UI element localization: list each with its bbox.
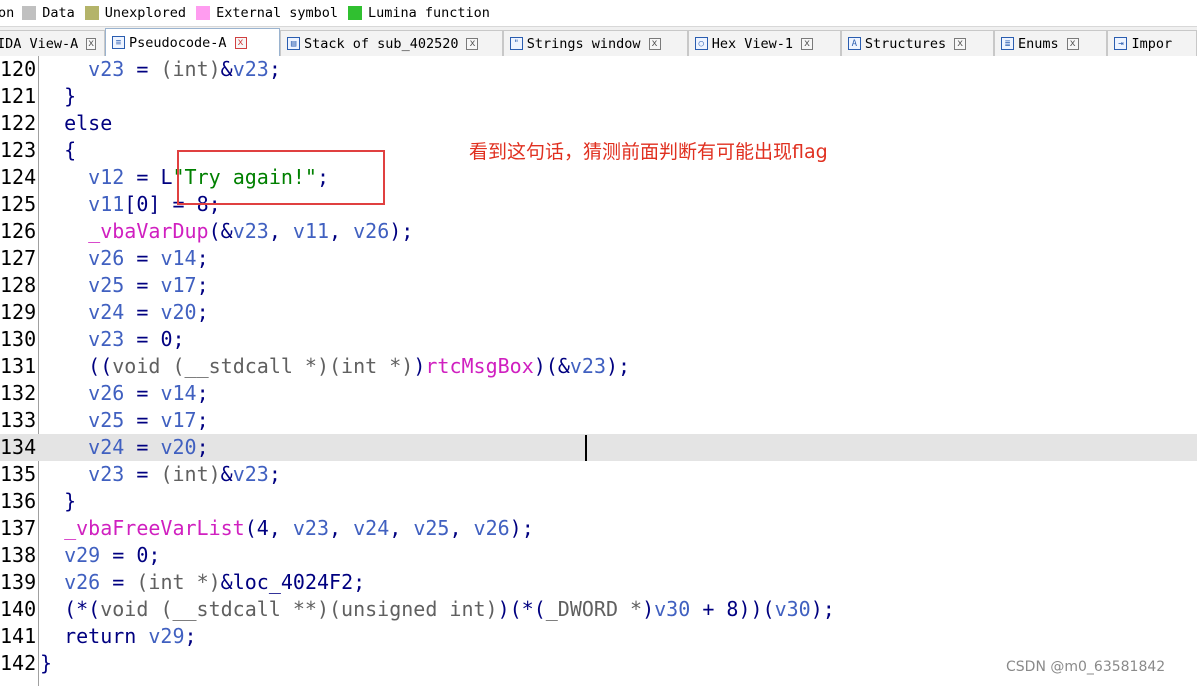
code-line-129[interactable]: 129 v24 = v20;	[0, 299, 1197, 326]
code-line-141[interactable]: 141 return v29;	[0, 623, 1197, 650]
view-tab-bar: IDA View-A x ≡ Pseudocode-A x ▤ Stack of…	[0, 27, 1197, 58]
close-icon[interactable]: x	[1066, 37, 1079, 50]
legend-item-lumina-function: Lumina function	[347, 5, 490, 21]
code-line-135[interactable]: 135 v23 = (int)&v23;	[0, 461, 1197, 488]
tab-label: Stack of sub_402520	[304, 35, 459, 52]
tab-label: Impor	[1131, 35, 1173, 52]
code-line-127[interactable]: 127 v26 = v14;	[0, 245, 1197, 272]
line-number: 127	[0, 246, 37, 270]
line-number: 124	[0, 165, 37, 189]
line-number: 120	[0, 57, 37, 81]
text-cursor	[585, 435, 587, 461]
legend-item-external-symbol: External symbol	[196, 5, 338, 21]
code-line-120[interactable]: 120 v23 = (int)&v23;	[0, 56, 1197, 83]
code-line-136[interactable]: 136 }	[0, 488, 1197, 515]
close-icon[interactable]: x	[648, 37, 661, 50]
pseudocode-icon: ≡	[112, 36, 125, 49]
tab-ida-view-a[interactable]: IDA View-A x	[0, 30, 105, 56]
line-number: 123	[0, 138, 37, 162]
code-line-140[interactable]: 140 (*(void (__stdcall **)(unsigned int)…	[0, 596, 1197, 623]
code-line-121[interactable]: 121 }	[0, 83, 1197, 110]
hex-icon: ○	[694, 37, 708, 50]
stack-icon: ▤	[287, 37, 301, 50]
code-line-128[interactable]: 128 v25 = v17;	[0, 272, 1197, 299]
line-number: 139	[0, 570, 37, 594]
close-icon[interactable]: x	[801, 37, 814, 50]
tab-strings-window[interactable]: " Strings window x	[502, 30, 688, 56]
close-icon[interactable]: x	[86, 37, 96, 50]
tab-structures[interactable]: A Structures x	[840, 30, 995, 56]
imports-icon: ⇥	[1114, 37, 1128, 50]
line-number: 131	[0, 354, 37, 378]
legend-label: Lumina function	[367, 5, 490, 21]
legend-swatch-external-symbol	[196, 6, 211, 20]
legend-label: Unexplored	[104, 5, 187, 21]
structures-icon: A	[847, 37, 861, 50]
legend-swatch-unexplored	[84, 6, 99, 20]
legend-swatch-data	[22, 6, 37, 20]
close-icon[interactable]: x	[466, 37, 479, 50]
annotation-note: 看到这句话，猜测前面判断有可能出现flag	[469, 141, 828, 163]
line-number: 138	[0, 543, 37, 567]
legend-item-unexplored: Unexplored	[84, 5, 187, 21]
tab-enums[interactable]: ≣ Enums x	[994, 30, 1108, 56]
strings-icon: "	[509, 37, 523, 50]
code-line-139[interactable]: 139 v26 = (int *)&loc_4024F2;	[0, 569, 1197, 596]
line-number: 129	[0, 300, 37, 324]
tab-stack-of-sub-402520[interactable]: ▤ Stack of sub_402520 x	[280, 30, 503, 56]
line-number: 136	[0, 489, 37, 513]
tab-label: Pseudocode-A	[129, 34, 227, 51]
code-line-131[interactable]: 131 ((void (__stdcall *)(int *))rtcMsgBo…	[0, 353, 1197, 380]
line-number: 134	[0, 435, 37, 459]
line-number: 141	[0, 624, 37, 648]
color-legend-bar: on Data Unexplored External symbol Lumin…	[0, 0, 1197, 27]
line-number: 130	[0, 327, 37, 351]
tab-imports[interactable]: ⇥ Impor	[1107, 30, 1197, 56]
tab-label: IDA View-A	[0, 35, 79, 52]
legend-label: External symbol	[216, 5, 338, 21]
line-number: 126	[0, 219, 37, 243]
annotation-highlight-box	[177, 150, 385, 205]
code-line-134-current[interactable]: 134 v24 = v20;	[0, 434, 1197, 461]
line-number: 140	[0, 597, 37, 621]
tab-label: Strings window	[526, 35, 641, 52]
close-icon[interactable]: x	[234, 36, 247, 49]
code-line-130[interactable]: 130 v23 = 0;	[0, 326, 1197, 353]
tab-label: Enums	[1018, 35, 1059, 52]
line-number: 142	[0, 651, 37, 675]
line-number: 135	[0, 462, 37, 486]
line-number: 137	[0, 516, 37, 540]
line-number: 133	[0, 408, 37, 432]
code-line-126[interactable]: 126 _vbaVarDup(&v23, v11, v26);	[0, 218, 1197, 245]
line-number: 125	[0, 192, 37, 216]
tab-pseudocode-a[interactable]: ≡ Pseudocode-A x	[105, 28, 281, 56]
line-number: 122	[0, 111, 37, 135]
legend-item-data: Data	[22, 5, 75, 21]
legend-label: Data	[42, 5, 75, 21]
close-icon[interactable]: x	[954, 37, 967, 50]
enums-icon: ≣	[1001, 37, 1015, 50]
code-line-132[interactable]: 132 v26 = v14;	[0, 380, 1197, 407]
line-number: 128	[0, 273, 37, 297]
code-line-133[interactable]: 133 v25 = v17;	[0, 407, 1197, 434]
tab-hex-view-1[interactable]: ○ Hex View-1 x	[687, 30, 841, 56]
code-line-138[interactable]: 138 v29 = 0;	[0, 542, 1197, 569]
watermark: CSDN @m0_63581842	[1006, 659, 1166, 675]
tab-label: Structures	[864, 35, 947, 52]
line-number: 132	[0, 381, 37, 405]
tab-label: Hex View-1	[711, 35, 794, 52]
legend-swatch-lumina-function	[347, 6, 362, 20]
legend-lead-text: on	[0, 5, 15, 21]
code-line-122[interactable]: 122 else	[0, 110, 1197, 137]
code-line-137[interactable]: 137 _vbaFreeVarList(4, v23, v24, v25, v2…	[0, 515, 1197, 542]
line-number: 121	[0, 84, 37, 108]
